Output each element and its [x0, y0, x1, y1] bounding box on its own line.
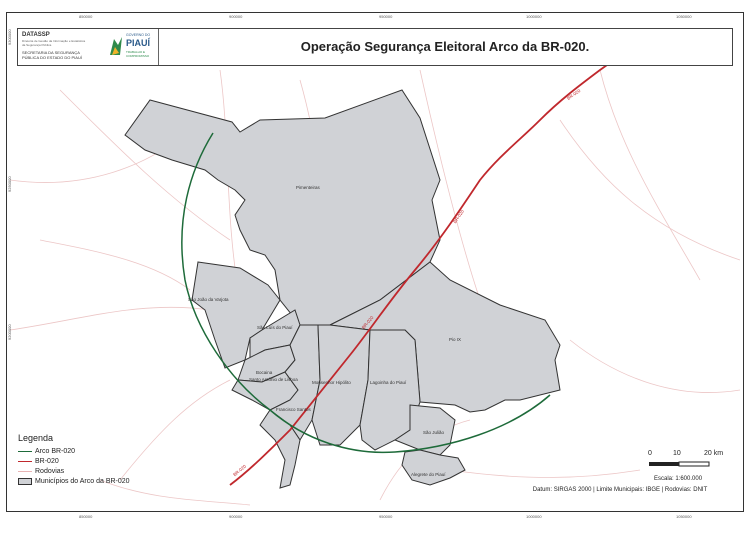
coord-top-5: 1050000 — [676, 14, 692, 19]
coord-top-2: 900000 — [229, 14, 243, 19]
scale-label-10: 10 — [673, 450, 681, 457]
place-pio-ix: Pio IX — [449, 337, 462, 342]
scale-text: Escala: 1:600.000 — [654, 476, 703, 482]
legend-item-rodovias: Rodovias — [18, 466, 168, 476]
coord-bottom-3: 950000 — [379, 514, 393, 519]
datassp-label: DATASSP — [22, 32, 50, 38]
place-monsenhor-hipolito: Monsenhor Hipólito — [312, 380, 351, 385]
gov-label-2: PIAUÍ — [126, 38, 151, 48]
scale-bar: 0 10 20 km Escala: 1:600.000 — [636, 444, 726, 489]
place-sao-luis-do-piaui: São Luís do Piauí — [257, 325, 293, 330]
header-box: DATASSP Diretoria de Gestão da Informaçã… — [17, 28, 733, 66]
coord-left-2: 9250000 — [7, 176, 12, 192]
place-santo-antonio: Santo Antônio de Lisboa — [249, 377, 298, 382]
coord-top-1: 850000 — [79, 14, 93, 19]
coord-top-3: 950000 — [379, 14, 393, 19]
coord-bottom-2: 900000 — [229, 514, 243, 519]
legend-item-br020: BR-020 — [18, 456, 168, 466]
logo-area: DATASSP Diretoria de Gestão da Informaçã… — [18, 29, 159, 65]
legend-swatch-arco — [18, 450, 32, 452]
piaui-logo-icon — [110, 37, 122, 55]
place-alegrete-do-piaui: Alegrete do Piauí — [411, 472, 446, 477]
coord-bottom-4: 1000000 — [526, 514, 542, 519]
map-title: Operação Segurança Eleitoral Arco da BR-… — [300, 39, 590, 54]
legend: Legenda Arco BR-020 BR-020 Rodovias Muni… — [18, 433, 168, 486]
place-bocaina: Bocaina — [256, 370, 273, 375]
coord-top-4: 1000000 — [526, 14, 542, 19]
datum-note: Datum: SIRGAS 2000 | Limite Municipais: … — [532, 487, 708, 493]
place-francisco-santos: Francisco Santos — [276, 407, 311, 412]
gov-label-4: COMPROMISSO — [126, 54, 150, 58]
scale-label-0: 0 — [648, 450, 652, 457]
legend-label-br020: BR-020 — [35, 457, 59, 465]
coord-bottom-1: 850000 — [79, 514, 93, 519]
secretaria-label-2: PÚBLICA DO ESTADO DO PIAUÍ — [22, 55, 82, 60]
legend-swatch-municipios — [18, 477, 32, 485]
coord-left-3: 9300000 — [7, 29, 12, 45]
datassp-subtitle-2: da Segurança Pública — [22, 43, 52, 47]
legend-swatch-br020 — [18, 460, 32, 462]
map-page: 850000 900000 950000 1000000 1050000 850… — [0, 0, 750, 537]
legend-label-arco: Arco BR-020 — [35, 447, 76, 455]
coord-left-1: 9200000 — [7, 324, 12, 340]
legend-item-arco: Arco BR-020 — [18, 446, 168, 456]
legend-swatch-rodovias — [18, 470, 32, 472]
legend-label-municipios: Municípios do Arco da BR-020 — [35, 477, 130, 485]
place-lagoinha-do-piaui: Lagoinha do Piauí — [370, 380, 407, 385]
gov-label-1: GOVERNO DO — [126, 33, 151, 37]
coord-bottom-5: 1050000 — [676, 514, 692, 519]
legend-title: Legenda — [18, 433, 54, 443]
legend-label-rodovias: Rodovias — [35, 467, 65, 475]
scale-label-20: 20 km — [704, 450, 724, 457]
scale-bar-graphic — [649, 461, 710, 467]
place-pimenteiras: Pimenteiras — [296, 185, 320, 190]
place-sao-juliao: São Julião — [423, 430, 445, 435]
place-sao-joao-da-varjota: São João da Varjota — [188, 297, 229, 302]
legend-item-municipios: Municípios do Arco da BR-020 — [18, 476, 168, 486]
